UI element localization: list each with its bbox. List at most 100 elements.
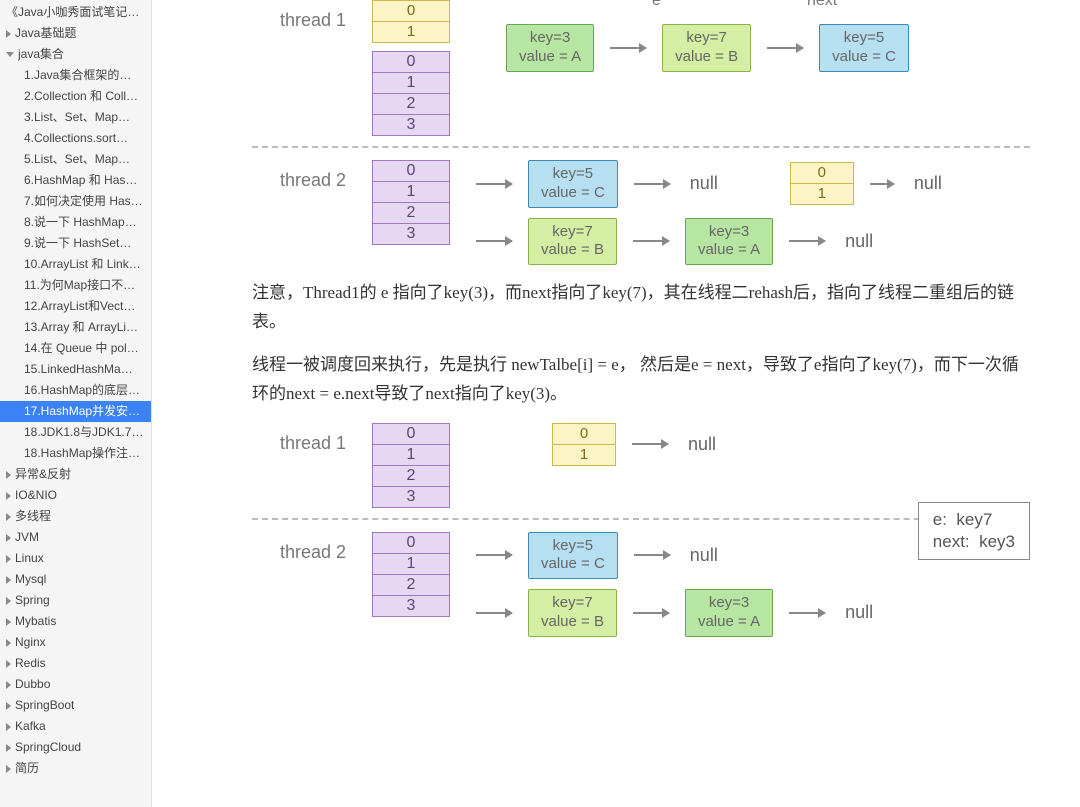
arrow-icon bbox=[634, 183, 670, 185]
sidebar-item-label: SpringCloud bbox=[15, 740, 81, 755]
arrow-icon bbox=[476, 554, 512, 556]
sidebar-item[interactable]: SpringCloud bbox=[0, 737, 151, 758]
sidebar-subitem[interactable]: 15.LinkedHashMa… bbox=[0, 359, 151, 380]
sidebar-subitem[interactable]: 9.说一下 HashSet… bbox=[0, 233, 151, 254]
sidebar-subitem[interactable]: 3.List、Set、Map… bbox=[0, 107, 151, 128]
label-next: next bbox=[807, 0, 837, 10]
sidebar-item[interactable]: java集合 bbox=[0, 44, 151, 65]
linked-list-node: key=7value = B bbox=[662, 24, 751, 72]
arrow-icon bbox=[767, 47, 803, 49]
sidebar-item[interactable]: Mybatis bbox=[0, 611, 151, 632]
sidebar-sublist: 1.Java集合框架的… 2.Collection 和 Coll… 3.List、S… bbox=[0, 65, 151, 464]
null-label: null bbox=[841, 602, 873, 623]
sidebar-item[interactable]: Redis bbox=[0, 653, 151, 674]
chevron-right-icon bbox=[6, 639, 11, 647]
arrow-icon bbox=[610, 47, 646, 49]
table-cell: 1 bbox=[373, 22, 449, 42]
sidebar-item-label: java集合 bbox=[18, 47, 64, 62]
table-cell: 0 bbox=[373, 1, 449, 22]
sidebar-subitem[interactable]: 7.如何决定使用 Has… bbox=[0, 191, 151, 212]
sidebar-item[interactable]: JVM bbox=[0, 527, 151, 548]
thread2-right-col: key=5value = C null 01 null key=7value =… bbox=[476, 160, 1030, 265]
sidebar-subitem[interactable]: 6.HashMap 和 Has… bbox=[0, 170, 151, 191]
arrow-icon bbox=[476, 612, 512, 614]
sidebar-subitem-label: 1.Java集合框架的… bbox=[24, 68, 131, 83]
sidebar-item[interactable]: 异常&反射 bbox=[0, 464, 151, 485]
sidebar-item-label: Mybatis bbox=[15, 614, 56, 629]
sidebar-subitem[interactable]: 5.List、Set、Map… bbox=[0, 149, 151, 170]
sidebar-item[interactable]: Spring bbox=[0, 590, 151, 611]
diagram-2-thread1-row: thread 1 01 23 01 null bbox=[252, 423, 1030, 508]
sidebar-subitem[interactable]: 10.ArrayList 和 Link… bbox=[0, 254, 151, 275]
sidebar-subitem[interactable]: 12.ArrayList和Vect… bbox=[0, 296, 151, 317]
sidebar-subitem[interactable]: 16.HashMap的底层… bbox=[0, 380, 151, 401]
thread2-row-2: key=7value = Bkey=3value = Anull bbox=[476, 218, 873, 266]
linked-list-node: key=5value = C bbox=[528, 532, 618, 580]
table-cell: 2 bbox=[373, 466, 449, 487]
chevron-right-icon bbox=[6, 30, 11, 38]
sidebar-item-label: 异常&反射 bbox=[15, 467, 71, 482]
sidebar-subitem-label: 15.LinkedHashMa… bbox=[24, 362, 133, 377]
sidebar-item-label: Linux bbox=[15, 551, 44, 566]
table-cell: 0 bbox=[373, 52, 449, 73]
sidebar-item[interactable]: Mysql bbox=[0, 569, 151, 590]
diagram-1-thread2-row: thread 2 0123 key=5value = C null 01 nul… bbox=[252, 160, 1030, 265]
chevron-right-icon bbox=[6, 765, 11, 773]
arrow-icon bbox=[789, 240, 825, 242]
sidebar-subitem-label: 5.List、Set、Map… bbox=[24, 152, 130, 167]
table-cell: 3 bbox=[373, 487, 449, 507]
label-e: e bbox=[652, 0, 661, 10]
sidebar-item[interactable]: Linux bbox=[0, 548, 151, 569]
null-label: null bbox=[910, 173, 942, 194]
chevron-right-icon bbox=[6, 681, 11, 689]
linked-list-node: key=3value = A bbox=[685, 218, 773, 266]
linked-list-node: key=5value = C bbox=[528, 160, 618, 208]
sidebar-item-label: Redis bbox=[15, 656, 46, 671]
sidebar-item[interactable]: Kafka bbox=[0, 716, 151, 737]
diagram-2-thread2-row: thread 2 0123 key=5value = C null key=7v… bbox=[252, 532, 1030, 637]
table-cell: 1 bbox=[553, 445, 615, 465]
diagram-1: e next thread 1 01 0123 key=3value = Ake… bbox=[252, 0, 1030, 265]
null-label: null bbox=[684, 434, 716, 455]
sidebar-subitem[interactable]: 8.说一下 HashMap… bbox=[0, 212, 151, 233]
sidebar-item[interactable]: Nginx bbox=[0, 632, 151, 653]
sidebar-subitem[interactable]: 18.HashMap操作注… bbox=[0, 443, 151, 464]
sidebar-subitem-label: 18.JDK1.8与JDK1.7… bbox=[24, 425, 143, 440]
sidebar-item-label: Dubbo bbox=[15, 677, 50, 692]
thread1-right-row: 01 null bbox=[476, 423, 716, 466]
sidebar-item-label: Kafka bbox=[15, 719, 46, 734]
sidebar-subitem-label: 3.List、Set、Map… bbox=[24, 110, 130, 125]
sidebar-item[interactable]: 多线程 bbox=[0, 506, 151, 527]
linked-list-node: key=5value = C bbox=[819, 24, 909, 72]
sidebar-subitem[interactable]: 4.Collections.sort… bbox=[0, 128, 151, 149]
thread1-new-table: 01 bbox=[552, 423, 616, 466]
sidebar-item-label: Java基础题 bbox=[15, 26, 76, 41]
sidebar-subitem[interactable]: 13.Array 和 ArrayLi… bbox=[0, 317, 151, 338]
arrow-icon bbox=[634, 554, 670, 556]
paragraph-2: 线程一被调度回来执行，先是执行 newTalbe[i] = e， 然后是e = … bbox=[252, 351, 1030, 409]
sidebar-item[interactable]: 简历 bbox=[0, 758, 151, 779]
sidebar-subitem-label: 8.说一下 HashMap… bbox=[24, 215, 137, 230]
sidebar-subitem[interactable]: 17.HashMap并发安… bbox=[0, 401, 151, 422]
sidebar-subitem-label: 14.在 Queue 中 pol… bbox=[24, 341, 139, 356]
chevron-right-icon bbox=[6, 723, 11, 731]
null-label: null bbox=[686, 545, 718, 566]
sidebar-item[interactable]: Java基础题 bbox=[0, 23, 151, 44]
arrow-icon bbox=[476, 183, 512, 185]
sidebar-item[interactable]: IO&NIO bbox=[0, 485, 151, 506]
thread2-label: thread 2 bbox=[252, 160, 346, 191]
thread2-new-table: 0123 bbox=[372, 160, 450, 245]
app-root: 《Java小咖秀面试笔记… Java基础题java集合1.Java集合框架的…2… bbox=[0, 0, 1080, 807]
sidebar-item[interactable]: SpringBoot bbox=[0, 695, 151, 716]
sidebar-subitem[interactable]: 11.为何Map接口不… bbox=[0, 275, 151, 296]
chevron-right-icon bbox=[6, 492, 11, 500]
sidebar-item[interactable]: Dubbo bbox=[0, 674, 151, 695]
sidebar-item-label: SpringBoot bbox=[15, 698, 74, 713]
chevron-right-icon bbox=[6, 576, 11, 584]
sidebar-subitem[interactable]: 2.Collection 和 Coll… bbox=[0, 86, 151, 107]
sidebar-subitem[interactable]: 18.JDK1.8与JDK1.7… bbox=[0, 422, 151, 443]
thread1-label: thread 1 bbox=[252, 423, 346, 454]
sidebar-subitem[interactable]: 14.在 Queue 中 pol… bbox=[0, 338, 151, 359]
null-label: null bbox=[686, 173, 718, 194]
sidebar-subitem[interactable]: 1.Java集合框架的… bbox=[0, 65, 151, 86]
